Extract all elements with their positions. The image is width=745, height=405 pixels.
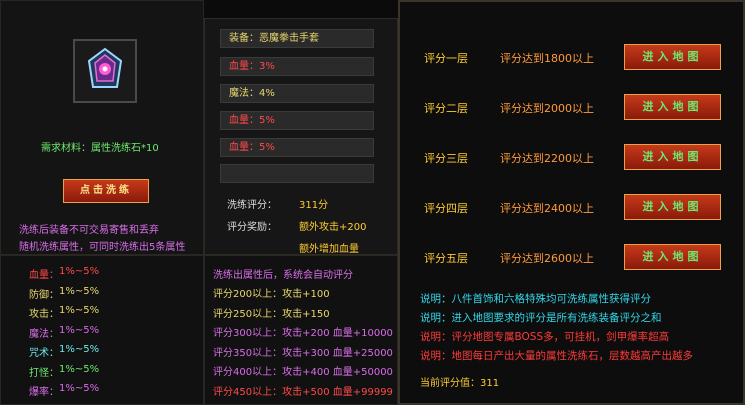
attribute-slot (220, 164, 374, 183)
tier-requirement: 评分达到1800以上 (500, 52, 594, 65)
attribute-range-name: 咒术： (29, 348, 59, 359)
map-tier-panel: 评分一层 评分达到1800以上 进入地图 评分二层 评分达到2000以上 进入地图 评分三层… (398, 0, 745, 405)
tier-requirement: 评分达到2000以上 (500, 102, 594, 115)
tier-requirement: 评分达到2400以上 (500, 202, 594, 215)
attribute-range-value: 1%~5% (59, 266, 100, 277)
attribute-range-name: 魔法： (29, 328, 59, 340)
attribute-slot: 血量：5% (220, 111, 374, 130)
note-text: 说明：八件首饰和六格特殊均可洗练属性获得评分 (420, 293, 651, 305)
attribute-range-name: 攻击： (29, 309, 59, 320)
score-reward-row: 评分450以上：攻击+500 血量+99999 (213, 386, 393, 398)
enter-map-button[interactable]: 进入地图 (624, 94, 721, 120)
enter-map-button[interactable]: 进入地图 (624, 194, 721, 220)
note-text: 说明：评分地图专属BOSS多，可挂机，剑甲爆率超高 (420, 331, 670, 343)
tier-requirement: 评分达到2600以上 (500, 252, 594, 265)
score-reward-row: 评分200以上：攻击+100 (213, 289, 330, 300)
equipment-name-slot: 装备：恶魔拳击手套 (220, 29, 374, 48)
enter-map-button[interactable]: 进入地图 (624, 144, 721, 170)
score-table-header: 洗练出属性后，系统会自动评分 (213, 270, 353, 281)
enter-map-button[interactable]: 进入地图 (624, 244, 721, 270)
equipment-slot[interactable] (73, 39, 137, 103)
wash-button[interactable]: 点击洗练 (63, 179, 149, 203)
warning-text-2: 随机洗练属性，可同时洗练出5条属性 (19, 242, 186, 253)
attribute-range-name: 防御： (29, 289, 59, 301)
score-reward-row: 评分300以上：攻击+200 血量+10000 (213, 328, 393, 339)
tier-level: 评分二层 (424, 102, 468, 115)
score-label: 洗练评分： (227, 200, 277, 211)
warning-text-1: 洗练后装备不可交易寄售和丢弃 (19, 225, 159, 236)
attribute-range-name: 打怪： (29, 367, 59, 379)
attribute-slot: 血量：5% (220, 138, 374, 157)
attribute-range-value: 1%~5% (59, 344, 100, 355)
attribute-range-value: 1%~5% (59, 383, 100, 394)
reward-1: 额外攻击+200 (299, 222, 367, 233)
score-reward-row: 评分350以上：攻击+300 血量+25000 (213, 347, 393, 359)
attribute-range-value: 1%~5% (59, 363, 100, 375)
attribute-panel: 装备：恶魔拳击手套 血量：3% 魔法：4% 血量：5% 血量：5% 洗练评分： … (204, 18, 398, 266)
tier-level: 评分五层 (424, 252, 468, 265)
reward-label: 评分奖励： (227, 222, 277, 233)
requirement-text: 需求材料：属性洗练石*10 (41, 143, 159, 154)
score-reward-row: 评分250以上：攻击+150 (213, 308, 330, 320)
attribute-slot: 血量：3% (220, 57, 374, 76)
attribute-range-value: 1%~5% (59, 305, 100, 316)
tier-requirement: 评分达到2200以上 (500, 152, 594, 165)
attribute-range-name: 爆率： (29, 387, 59, 398)
wash-panel: 需求材料：属性洗练石*10 点击洗练 洗练后装备不可交易寄售和丢弃 随机洗练属性… (0, 0, 204, 255)
tier-level: 评分一层 (424, 52, 468, 65)
note-text: 说明：进入地图要求的评分是所有洗练装备评分之和 (420, 312, 662, 324)
attribute-range-name: 血量： (29, 270, 59, 281)
note-text: 说明：地图每日产出大量的属性洗练石，层数越高产出越多 (420, 350, 693, 362)
attribute-slot: 魔法：4% (220, 84, 374, 103)
attribute-range-value: 1%~5% (59, 285, 100, 297)
tier-level: 评分四层 (424, 202, 468, 215)
glove-icon (87, 47, 123, 88)
current-score: 当前评分值：311 (420, 378, 500, 389)
attribute-range-value: 1%~5% (59, 324, 100, 336)
score-reward-row: 评分400以上：攻击+400 血量+50000 (213, 367, 393, 378)
enter-map-button[interactable]: 进入地图 (624, 44, 721, 70)
tier-level: 评分三层 (424, 152, 468, 165)
score-reward-table: 洗练出属性后，系统会自动评分 评分200以上：攻击+100 评分250以上：攻击+… (204, 255, 398, 405)
score-value: 311分 (299, 200, 329, 211)
attribute-range-list: 血量： 1%~5% 防御： 1%~5% 攻击： 1%~5% 魔法： 1%~5% 咒术： 1%~5%… (0, 255, 204, 405)
